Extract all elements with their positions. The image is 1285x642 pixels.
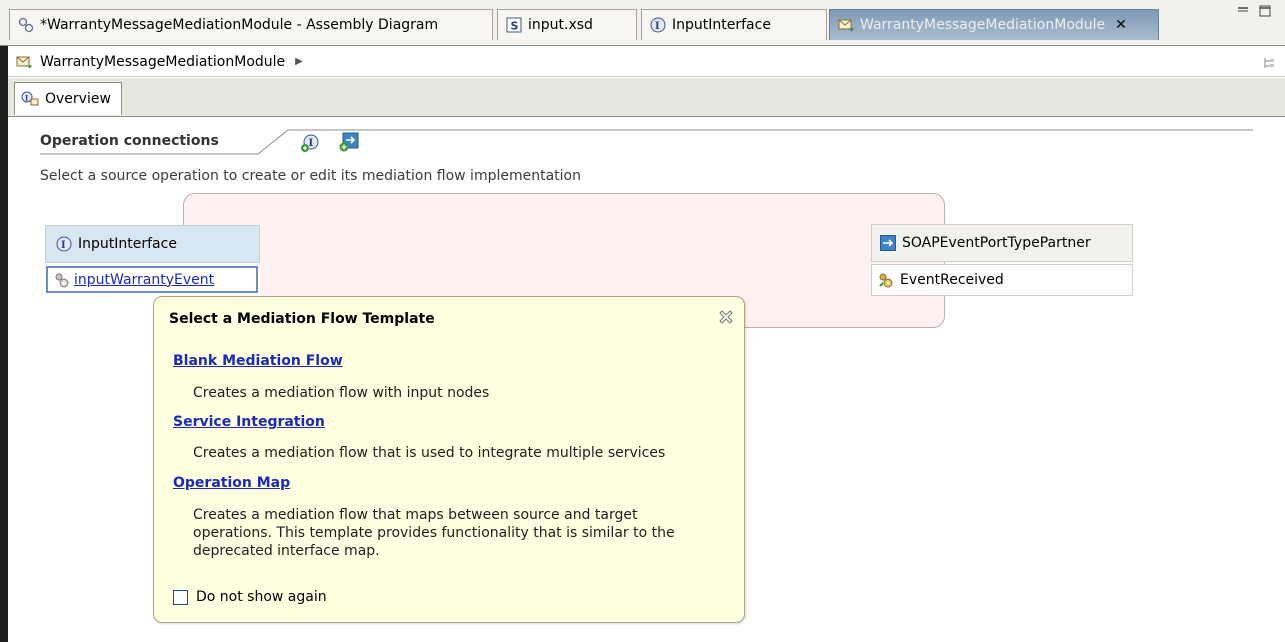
checkbox-label: Do not show again [196,589,327,605]
template-link-service-integration[interactable]: Service Integration [173,414,325,430]
svg-text:I: I [61,240,66,251]
breadcrumb: WarrantyMessageMediationModule ▶ [8,47,1285,77]
tab-label: input.xsd [528,17,593,33]
overview-icon: I [21,91,39,107]
source-interface-name: InputInterface [78,236,177,252]
interface-icon: I [56,236,72,252]
tab-mediation-module[interactable]: WarrantyMessageMediationModule ✕ [829,9,1159,40]
template-link-operation-map[interactable]: Operation Map [173,475,290,491]
svg-text:S: S [511,20,519,33]
tree-view-icon[interactable] [1263,57,1275,69]
tab-input-interface[interactable]: I InputInterface [641,9,827,40]
do-not-show-again-option[interactable]: Do not show again [173,589,327,605]
mediation-module-icon [16,54,32,70]
template-link-blank-mediation-flow[interactable]: Blank Mediation Flow [173,353,343,369]
breadcrumb-item[interactable]: WarrantyMessageMediationModule [40,54,285,70]
interface-icon: I [650,17,666,33]
section-description: Select a source operation to create or e… [40,168,581,184]
template-description: Creates a mediation flow that maps betwe… [193,507,675,559]
target-operation-row[interactable]: EventReceived [871,264,1133,296]
target-reference-header[interactable]: SOAPEventPortTypePartner [871,224,1133,262]
tab-input-xsd[interactable]: S input.xsd [497,9,637,40]
do-not-show-again-checkbox[interactable] [173,589,188,605]
breadcrumb-arrow-icon[interactable]: ▶ [295,56,303,67]
editor-tab-bar: *WarrantyMessageMediationModule - Assemb… [0,0,1285,46]
svg-text:I: I [25,94,28,103]
section-header-divider [40,129,1253,155]
editor-page-tabs [8,78,1285,117]
svg-text:I: I [655,21,660,32]
tab-assembly-diagram[interactable]: *WarrantyMessageMediationModule - Assemb… [9,9,493,40]
tab-overview[interactable]: I Overview [14,82,122,115]
svg-text:I: I [309,138,314,149]
add-reference-icon[interactable] [338,131,360,153]
close-icon[interactable] [719,310,733,324]
tab-label: InputInterface [672,17,771,33]
operation-gears-icon [54,272,70,288]
maximize-icon[interactable] [1258,4,1272,18]
source-operation-link[interactable]: inputWarrantyEvent [74,272,214,288]
close-icon[interactable]: ✕ [1115,17,1127,33]
minimize-icon[interactable] [1236,4,1250,18]
source-operation-row[interactable]: inputWarrantyEvent [46,266,258,293]
target-operation-name: EventReceived [900,272,1004,288]
tab-label: WarrantyMessageMediationModule [860,17,1106,33]
tab-label: *WarrantyMessageMediationModule - Assemb… [40,17,439,33]
target-reference-name: SOAPEventPortTypePartner [902,235,1091,251]
operation-gears-icon [878,272,894,288]
assembly-diagram-icon [18,17,34,33]
popup-title: Select a Mediation Flow Template [169,311,435,327]
source-interface-header[interactable]: I InputInterface [45,225,260,263]
template-description: Creates a mediation flow that is used to… [193,445,666,461]
section-title: Operation connections [40,133,219,149]
reference-arrow-icon [880,235,896,251]
add-interface-icon[interactable]: I [300,133,320,153]
mediation-module-icon [838,17,854,33]
template-description: Creates a mediation flow with input node… [193,385,490,401]
tab-label: Overview [45,91,111,107]
schema-icon: S [506,17,522,33]
